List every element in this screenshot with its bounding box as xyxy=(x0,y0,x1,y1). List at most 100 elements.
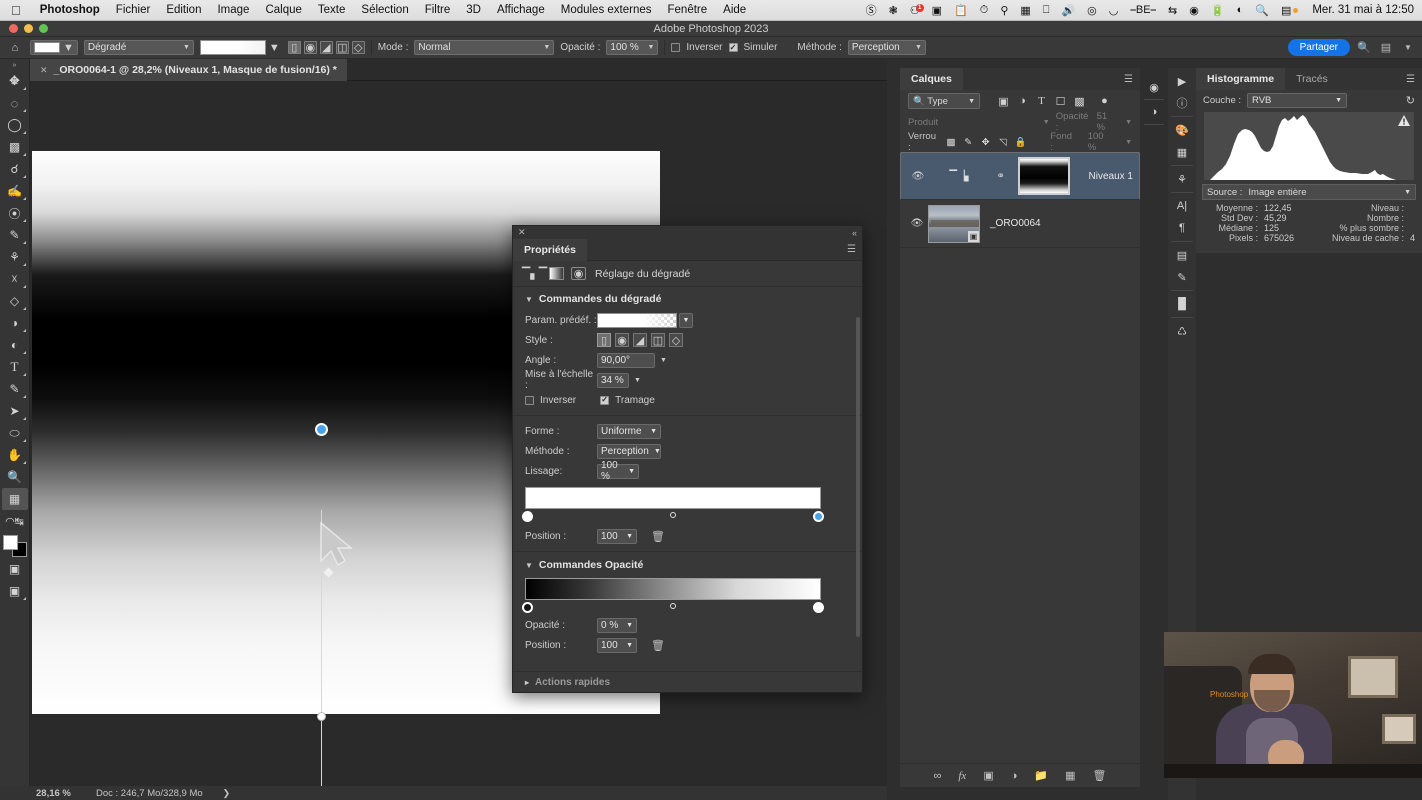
radial-icon[interactable]: ◉ xyxy=(615,333,629,347)
pen-tool[interactable]: ✎ xyxy=(2,378,28,400)
lasso-tool[interactable]: ◯ xyxy=(2,114,28,136)
panel-menu-icon[interactable]: ☰ xyxy=(1406,74,1422,85)
color-wheel-icon[interactable]: ◉ xyxy=(1143,75,1165,99)
info-icon[interactable]: ⓘ xyxy=(1170,92,1194,114)
type-filter-icon[interactable]: T xyxy=(1032,93,1051,109)
no-entry-icon[interactable]: Ⓢ xyxy=(860,2,883,18)
clone-stamp-tool[interactable]: ⚘ xyxy=(2,246,28,268)
color-gradient-editor[interactable] xyxy=(513,481,862,524)
opacity-stop-end[interactable] xyxy=(813,602,824,613)
type-tool[interactable]: T xyxy=(2,356,28,378)
eraser-tool[interactable]: ◇ xyxy=(2,290,28,312)
menu-item-aide[interactable]: Aide xyxy=(715,4,754,16)
smartobject-filter-icon[interactable]: ▩ xyxy=(1070,93,1089,109)
tab-histogramme[interactable]: Histogramme xyxy=(1196,68,1286,90)
share-button[interactable]: Partager xyxy=(1287,39,1350,56)
stats-icon[interactable]: ▦ xyxy=(1014,4,1036,17)
lissage-input[interactable]: 100 % ▼ xyxy=(597,460,639,482)
tramage-checkbox[interactable] xyxy=(600,395,610,405)
tab-traces[interactable]: Tracés xyxy=(1285,68,1339,90)
angle-input[interactable]: 90,00° xyxy=(597,352,655,368)
tab-calques[interactable]: Calques xyxy=(900,68,963,90)
screen-record-icon[interactable]: ▣ xyxy=(926,4,948,17)
color-gradient-bar[interactable] xyxy=(525,487,821,509)
link-layers-icon[interactable]: ∞ xyxy=(934,770,942,782)
tab-proprietes[interactable]: Propriétés xyxy=(513,238,587,261)
add-mask-icon[interactable]: ▣ xyxy=(983,769,993,782)
opacity-input[interactable]: 100 % ▼ xyxy=(606,40,659,55)
pixel-filter-icon[interactable]: ▣ xyxy=(994,93,1013,109)
gradient-preview-picker[interactable]: ▼ xyxy=(199,40,280,55)
lock-all-icon[interactable]: 🔒 xyxy=(1015,136,1027,148)
foreground-color-swatch[interactable] xyxy=(2,535,18,550)
layer-name[interactable]: _ORO0064 xyxy=(980,218,1041,229)
cached-data-warning-icon[interactable] xyxy=(1398,115,1410,126)
gradient-active-tool[interactable]: ▦ xyxy=(1,488,28,510)
zoom-tool[interactable]: 🔍 xyxy=(2,466,28,488)
object-selection-tool[interactable]: ▩ xyxy=(2,136,28,158)
shape-filter-icon[interactable]: ☐ xyxy=(1051,93,1070,109)
history-brush-tool[interactable]: ☓ xyxy=(2,268,28,290)
forme-select[interactable]: Uniforme ▼ xyxy=(597,423,661,439)
home-icon[interactable]: ⌂ xyxy=(6,39,24,57)
color-palette-icon[interactable]: 🎨 xyxy=(1170,119,1194,141)
screen-mode-icon[interactable]: ▣ xyxy=(2,580,28,602)
opacity-gradient-editor[interactable] xyxy=(513,576,862,615)
reflected-gradient-icon[interactable]: ◫ xyxy=(335,41,349,54)
panel-menu-icon[interactable]: ☰ xyxy=(847,244,862,255)
color-stop-end[interactable] xyxy=(813,511,824,522)
cd-icon[interactable]: ◎ xyxy=(1081,4,1103,17)
chevron-down-icon[interactable]: ▼ xyxy=(660,357,667,364)
control-center-icon[interactable]: ▤ xyxy=(1275,4,1304,17)
webcam-overlay[interactable]: Photoshop xyxy=(1164,632,1422,778)
bluetooth-icon[interactable]: ⇆ xyxy=(1162,4,1183,17)
methode-select[interactable]: Perception ▼ xyxy=(597,443,661,459)
filter-toggle-icon[interactable]: ● xyxy=(1095,93,1114,109)
lock-image-icon[interactable]: ✎ xyxy=(963,136,974,148)
menu-item-selection[interactable]: Sélection xyxy=(353,4,416,16)
actions-icon[interactable]: █ xyxy=(1170,293,1194,315)
fill-value[interactable]: 100 % xyxy=(1088,131,1113,153)
opacity-position-input[interactable]: 100 ▼ xyxy=(597,637,637,653)
play-icon[interactable]: ▶ xyxy=(1170,70,1194,92)
lock-artboard-icon[interactable]: ◹ xyxy=(997,136,1008,148)
chevron-right-icon[interactable]: ▸ xyxy=(525,678,529,687)
menu-item-fenetre[interactable]: Fenêtre xyxy=(660,4,716,16)
close-icon[interactable]: ✕ xyxy=(40,65,48,76)
document-tab[interactable]: ✕ _ORO0064-1 @ 28,2% (Niveaux 1, Masque … xyxy=(30,59,347,81)
tool-name-select[interactable]: Dégradé ▼ xyxy=(83,40,194,55)
gradient-end-handle[interactable] xyxy=(317,712,326,721)
layer-opacity-value[interactable]: 51 % xyxy=(1097,111,1117,133)
brush-tool[interactable]: ✎ xyxy=(2,224,28,246)
healing-brush-tool[interactable]: ⦿ xyxy=(2,202,28,224)
refresh-icon[interactable]: ↻ xyxy=(1406,94,1415,107)
character-icon[interactable]: A| xyxy=(1170,195,1194,217)
diamond-icon[interactable]: ◇ xyxy=(669,333,683,347)
paragraph-icon[interactable]: ¶ xyxy=(1170,217,1194,239)
gradient-preset-swatch[interactable] xyxy=(597,312,677,328)
levels-icon[interactable]: ▔▖▔ xyxy=(522,267,547,280)
new-group-icon[interactable]: 📁 xyxy=(1034,769,1048,782)
angle-icon[interactable]: ◢ xyxy=(633,333,647,347)
history-icon[interactable]: ♺ xyxy=(1170,320,1194,342)
scale-input[interactable]: 34 % xyxy=(597,372,629,388)
swatches-icon[interactable]: ▦ xyxy=(1170,141,1194,163)
menu-item-modules-externes[interactable]: Modules externes xyxy=(553,4,660,16)
trash-icon[interactable]: 🗑 xyxy=(651,639,665,652)
adjustments-icon[interactable]: ◑ xyxy=(1143,100,1165,124)
color-swap-icon[interactable]: ◠↹ xyxy=(2,510,28,532)
location-icon[interactable]: ◉ xyxy=(1183,4,1205,17)
volume-icon[interactable]: 🔊 xyxy=(1055,4,1081,17)
lock-transparency-icon[interactable]: ▩ xyxy=(945,136,956,148)
bandwidth-icon[interactable]: ⚲ xyxy=(994,4,1014,17)
chevron-down-icon[interactable]: ▼ xyxy=(525,295,533,304)
butterfly-icon[interactable]: ❃ xyxy=(883,4,904,17)
source-row[interactable]: Source : Image entière ▼ xyxy=(1202,184,1416,200)
dodge-tool[interactable]: ◐ xyxy=(2,334,28,356)
section-gradient-controls[interactable]: ▼ Commandes du dégradé xyxy=(513,287,862,310)
layer-name[interactable]: Niveaux 1 xyxy=(1079,171,1133,182)
layer-visibility-icon[interactable]: 👁 xyxy=(907,171,929,182)
zoom-level[interactable]: 28,16 % xyxy=(0,788,92,799)
menu-clock[interactable]: Mer. 31 mai à 12:50 xyxy=(1304,4,1414,16)
workspace-icon[interactable]: ▤ xyxy=(1378,40,1394,56)
